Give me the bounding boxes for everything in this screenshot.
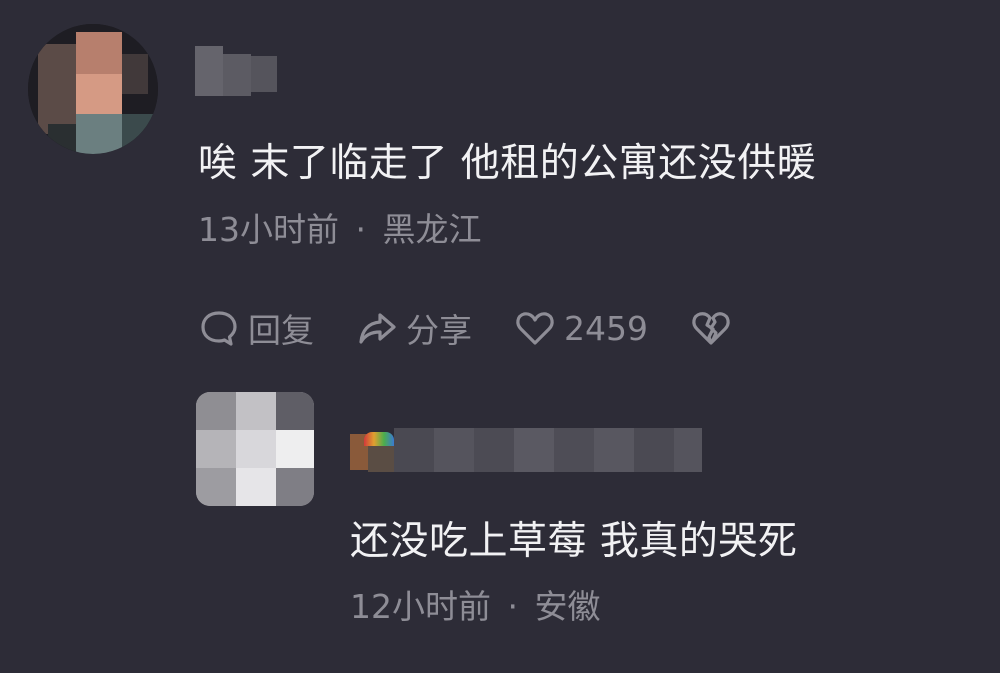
like-count: 2459: [564, 308, 648, 348]
comment-bubble-icon: [201, 311, 237, 346]
comment-meta: 13小时前 · 黑龙江: [198, 203, 482, 251]
dislike-button[interactable]: [690, 307, 732, 349]
reply-label: 回复: [248, 311, 314, 350]
meta-separator: ·: [355, 210, 367, 249]
reply-text: 还没吃上草莓 我真的哭死: [350, 519, 798, 564]
reply-username-blurred[interactable]: [350, 428, 702, 476]
reply-time: 12小时前: [350, 587, 491, 626]
share-label: 分享: [406, 311, 472, 350]
reply-avatar[interactable]: [196, 392, 314, 506]
meta-separator: ·: [507, 587, 519, 626]
share-arrow-icon: [359, 313, 396, 344]
reply-button[interactable]: 回复: [198, 304, 314, 352]
like-button[interactable]: 2459: [514, 307, 648, 349]
comment-location: 黑龙江: [382, 210, 482, 249]
avatar[interactable]: [28, 24, 158, 154]
reply-location: 安徽: [534, 587, 601, 626]
comment-time: 13小时前: [198, 210, 339, 249]
comment-thread: 唉 末了临走了 他租的公寓还没供暖 13小时前 · 黑龙江 回复 分享 2459: [0, 0, 1000, 673]
heart-icon: [516, 312, 554, 345]
comment-text: 唉 末了临走了 他租的公寓还没供暖: [198, 141, 817, 186]
reply-meta: 12小时前 · 安徽: [350, 580, 601, 628]
share-button[interactable]: 分享: [356, 304, 472, 352]
username-blurred[interactable]: [195, 46, 277, 96]
broken-heart-icon: [692, 312, 730, 345]
comment-actions: 回复 分享 2459: [198, 303, 732, 353]
